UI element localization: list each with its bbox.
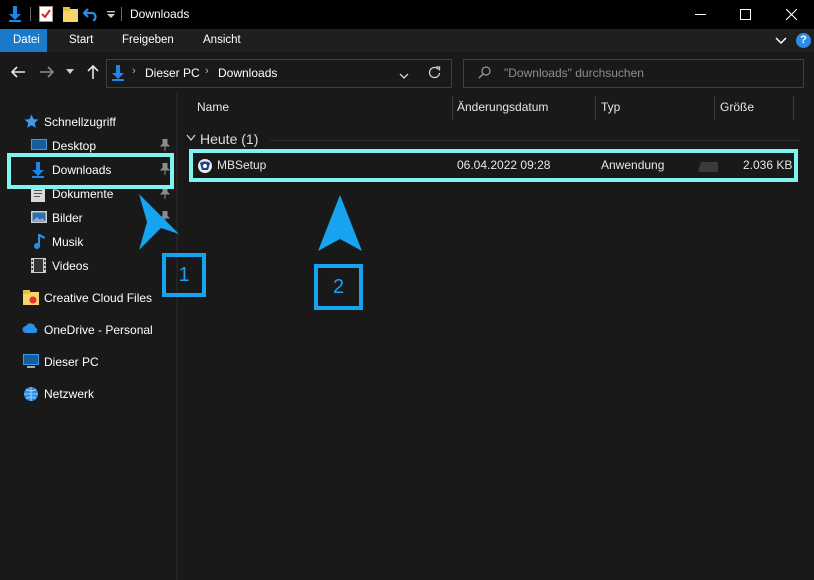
desktop-folder-icon: [31, 138, 47, 154]
breadcrumb-dieser-pc[interactable]: Dieser PC: [145, 66, 200, 80]
nav-item-netzwerk[interactable]: Netzwerk: [0, 384, 176, 404]
ribbon-tabs: Datei Start Freigeben Ansicht ?: [0, 29, 814, 52]
nav-item-schnellzugriff[interactable]: Schnellzugriff: [0, 112, 176, 132]
download-arrow-icon[interactable]: [7, 5, 23, 23]
close-icon[interactable]: [768, 0, 814, 29]
nav-item-videos[interactable]: Videos: [0, 256, 176, 276]
properties-icon[interactable]: [38, 5, 54, 23]
tab-freigeben[interactable]: Freigeben: [112, 29, 184, 52]
pictures-folder-icon: [31, 210, 47, 226]
computer-icon: [23, 354, 39, 370]
nav-item-creative-cloud[interactable]: Creative Cloud Files: [0, 288, 176, 308]
pane-divider[interactable]: [176, 92, 178, 580]
nav-item-dieser-pc[interactable]: Dieser PC: [0, 352, 176, 372]
creative-cloud-folder-icon: [23, 290, 39, 306]
search-input[interactable]: "Downloads" durchsuchen: [463, 59, 804, 88]
tab-datei[interactable]: Datei: [0, 29, 47, 52]
highlight-box-downloads: [7, 153, 174, 189]
group-divider: [270, 140, 800, 141]
group-header[interactable]: Heute (1): [200, 131, 258, 147]
new-folder-icon[interactable]: [62, 5, 78, 23]
nav-label: Bilder: [52, 211, 83, 225]
title-bar: Downloads: [0, 0, 814, 29]
undo-icon[interactable]: [83, 5, 99, 23]
recent-locations-chevron-icon[interactable]: [61, 60, 79, 84]
up-arrow-icon[interactable]: [82, 60, 104, 84]
forward-arrow-icon[interactable]: [36, 60, 58, 84]
column-header-date[interactable]: Änderungsdatum: [457, 100, 548, 122]
nav-label: Netzwerk: [44, 387, 95, 401]
nav-label: Videos: [52, 259, 89, 273]
nav-label: Musik: [52, 235, 84, 249]
address-bar[interactable]: › Dieser PC › Downloads: [106, 59, 452, 88]
tab-ansicht[interactable]: Ansicht: [193, 29, 251, 52]
separator: [30, 7, 31, 21]
address-row: › Dieser PC › Downloads "Downloads" durc…: [0, 52, 814, 92]
breadcrumb-chevron-icon[interactable]: ›: [132, 65, 136, 77]
column-header-size[interactable]: Größe: [720, 100, 754, 122]
column-header-name[interactable]: Name: [197, 100, 229, 122]
group-collapse-chevron-icon[interactable]: [186, 131, 198, 145]
download-arrow-icon: [111, 65, 127, 81]
column-divider[interactable]: [714, 96, 715, 120]
back-arrow-icon[interactable]: [7, 60, 29, 84]
nav-label: Dieser PC: [44, 355, 99, 369]
video-film-icon: [31, 258, 47, 274]
help-icon[interactable]: ?: [796, 33, 811, 48]
breadcrumb-downloads[interactable]: Downloads: [218, 66, 277, 80]
ribbon-expand-icon[interactable]: [775, 34, 789, 48]
quick-access-star-icon: [24, 114, 40, 130]
annotation-number-1: 1: [162, 253, 206, 297]
refresh-icon[interactable]: [428, 66, 442, 80]
breadcrumb-chevron-icon[interactable]: ›: [205, 65, 209, 77]
search-icon: [478, 66, 492, 80]
annotation-arrow-icon: [135, 192, 181, 252]
window-title: Downloads: [130, 7, 190, 21]
nav-label: Creative Cloud Files: [44, 291, 153, 305]
nav-item-onedrive[interactable]: OneDrive - Personal: [0, 320, 176, 340]
separator: [121, 7, 122, 21]
nav-label: Desktop: [52, 139, 97, 153]
annotation-arrow-icon: [318, 195, 362, 253]
nav-label: Dokumente: [52, 187, 114, 201]
nav-label: Schnellzugriff: [44, 115, 116, 129]
annotation-number-2: 2: [314, 264, 363, 310]
column-divider[interactable]: [793, 96, 794, 120]
pin-icon[interactable]: [159, 138, 172, 153]
address-history-chevron-icon[interactable]: [399, 69, 411, 79]
column-divider[interactable]: [595, 96, 596, 120]
nav-label: OneDrive - Personal: [44, 323, 153, 337]
column-header-type[interactable]: Typ: [601, 100, 620, 122]
tab-start[interactable]: Start: [59, 29, 103, 52]
customize-toolbar-icon[interactable]: [103, 5, 119, 23]
search-placeholder: "Downloads" durchsuchen: [504, 66, 644, 80]
minimize-icon[interactable]: [677, 0, 723, 29]
network-icon: [23, 386, 39, 402]
highlight-box-file-row: [189, 149, 798, 182]
music-note-icon: [33, 234, 49, 250]
maximize-icon[interactable]: [722, 0, 768, 29]
cloud-icon: [22, 322, 38, 338]
column-divider[interactable]: [452, 96, 453, 120]
